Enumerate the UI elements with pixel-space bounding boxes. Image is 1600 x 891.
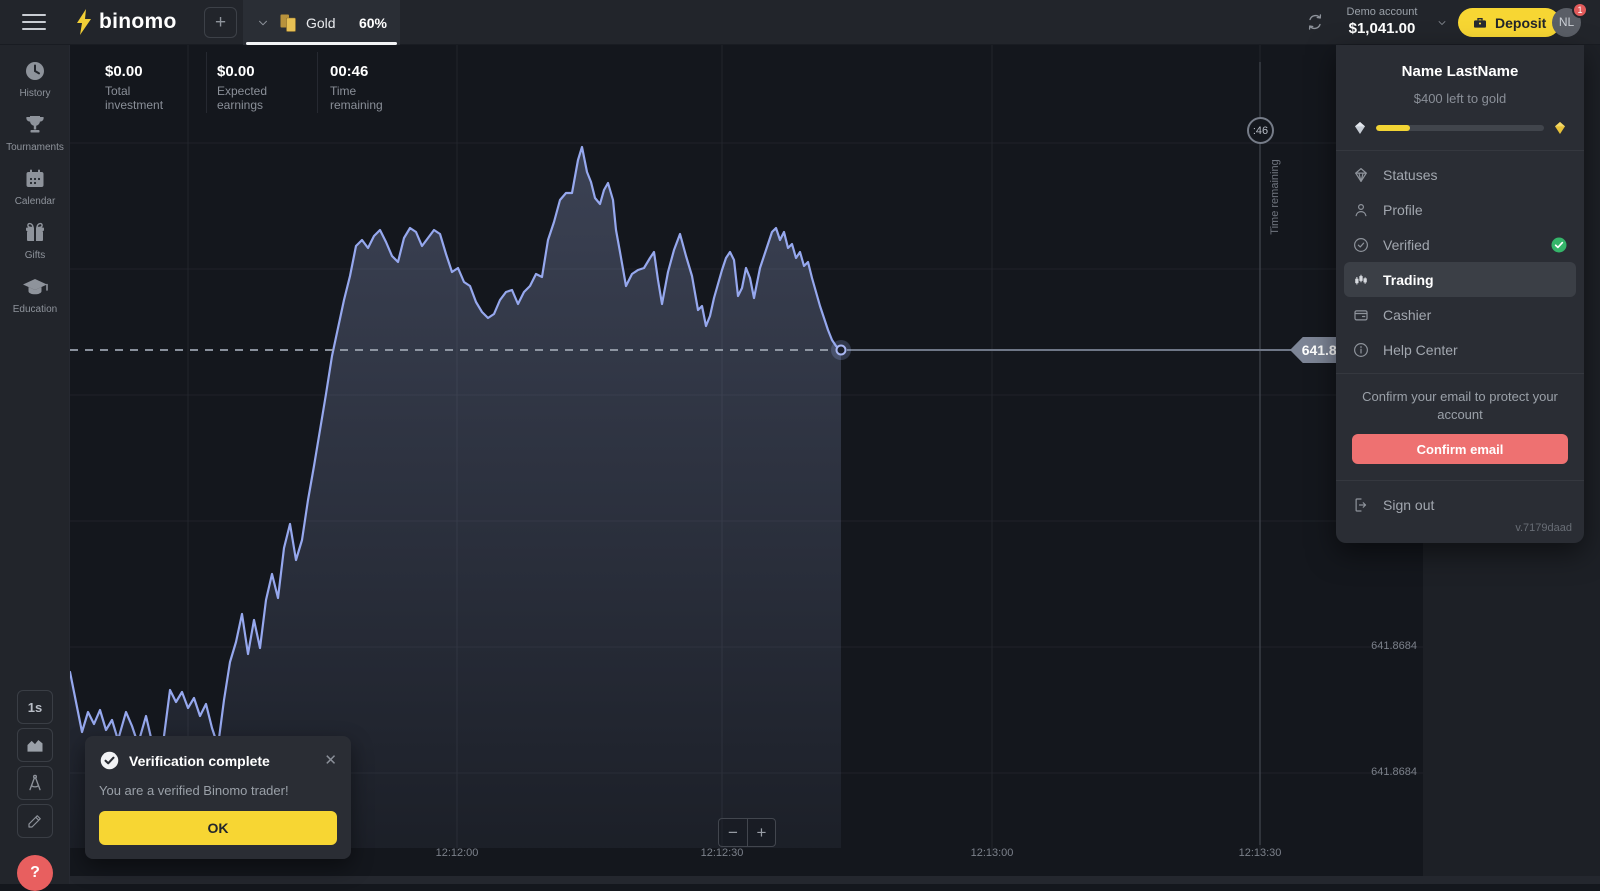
sign-out-button[interactable]: Sign out: [1336, 481, 1584, 516]
asset-tab-gold[interactable]: Gold 60%: [243, 0, 400, 45]
time-remaining-label: Time remaining: [330, 84, 383, 112]
time-axis-label: 12:12:30: [682, 847, 762, 859]
menu-item-cashier[interactable]: Cashier: [1336, 297, 1584, 332]
toast-ok-button[interactable]: OK: [99, 811, 337, 845]
price-axis-label: 641.8684: [1347, 640, 1417, 652]
menu-item-verified[interactable]: Verified: [1336, 227, 1584, 262]
sign-out-icon: [1352, 496, 1370, 514]
menu-item-statuses[interactable]: Statuses: [1336, 157, 1584, 192]
zoom-in-button[interactable]: +: [747, 818, 776, 847]
compass-icon: [25, 773, 45, 793]
expected-earnings-stat: $0.00 Expected earnings: [217, 63, 267, 112]
trophy-icon: [23, 113, 47, 137]
sidebar-item-tournaments[interactable]: Tournaments: [0, 113, 70, 153]
menu-item-profile[interactable]: Profile: [1336, 192, 1584, 227]
email-confirm-note: Confirm your email to protect your accou…: [1352, 388, 1568, 423]
briefcase-icon: [1472, 15, 1488, 31]
history-clock-icon: [23, 59, 47, 83]
sidebar-item-education[interactable]: Education: [0, 275, 70, 315]
account-chevron-down-icon[interactable]: [1436, 17, 1448, 29]
stats-divider: [206, 52, 207, 113]
time-axis-label: 12:13:00: [952, 847, 1032, 859]
confirm-email-button[interactable]: Confirm email: [1352, 434, 1568, 464]
gift-icon: [23, 221, 47, 245]
toast-title: Verification complete: [129, 753, 315, 769]
account-type: Demo account: [1332, 6, 1432, 18]
support-button[interactable]: ?: [17, 855, 53, 891]
refresh-icon[interactable]: [1305, 12, 1325, 32]
email-confirm-section: Confirm your email to protect your accou…: [1336, 374, 1584, 480]
calendar-icon: [23, 167, 47, 191]
asset-name: Gold: [306, 15, 336, 31]
app-version: v.7179daad: [1336, 516, 1584, 543]
active-tab-underline: [246, 42, 397, 45]
chart-scrollbar[interactable]: [70, 876, 1600, 884]
deposit-label: Deposit: [1495, 15, 1546, 31]
check-circle-icon: [1352, 236, 1370, 254]
toast-close-icon[interactable]: ✕: [324, 753, 337, 768]
time-axis-label: 12:12:00: [417, 847, 497, 859]
info-circle-icon: [1352, 341, 1370, 359]
menu-item-help-center[interactable]: Help Center: [1336, 332, 1584, 367]
asset-payout: 60%: [359, 15, 387, 31]
left-sidebar: History Tournaments Calendar Gifts: [0, 45, 70, 884]
zoom-out-button[interactable]: −: [718, 818, 747, 847]
sidebar-item-calendar[interactable]: Calendar: [0, 167, 70, 207]
status-progress-text: $400 left to gold: [1352, 91, 1568, 106]
total-investment-stat: $0.00 Total investment: [105, 63, 163, 112]
menu-hamburger-icon[interactable]: [22, 14, 46, 30]
gold-gem-icon: [1552, 120, 1568, 136]
time-axis-label: 12:13:30: [1220, 847, 1300, 859]
area-chart-icon: [25, 735, 45, 755]
total-investment-value: $0.00: [105, 63, 163, 80]
expected-earnings-value: $0.00: [217, 63, 267, 80]
person-icon: [1352, 201, 1370, 219]
price-axis-label: 641.8684: [1347, 766, 1417, 778]
binomo-logo: binomo: [76, 9, 177, 35]
sidebar-item-gifts[interactable]: Gifts: [0, 221, 70, 261]
expected-earnings-label: Expected earnings: [217, 84, 267, 112]
menu-item-trading[interactable]: Trading: [1344, 262, 1576, 297]
graduation-cap-icon: [22, 275, 48, 299]
time-remaining-axis-label: Time remaining: [1269, 152, 1281, 242]
user-menu-list: Statuses Profile Verified: [1336, 151, 1584, 373]
indicators-button[interactable]: [17, 766, 53, 800]
pencil-icon: [26, 812, 44, 830]
purchase-deadline-badge: :46: [1247, 117, 1274, 144]
status-progress: [1352, 120, 1568, 136]
sidebar-item-history[interactable]: History: [0, 59, 70, 99]
check-circle-white-icon: [99, 750, 120, 771]
time-remaining-value: 00:46: [330, 63, 383, 80]
bolt-icon: [76, 9, 93, 35]
add-asset-tab-button[interactable]: +: [204, 7, 237, 38]
logo-text: binomo: [99, 10, 177, 34]
time-remaining-stat: 00:46 Time remaining: [330, 63, 383, 112]
chart-zoom-controls: − +: [718, 818, 776, 847]
timeframe-button[interactable]: 1s: [17, 690, 53, 724]
silver-gem-icon: [1352, 120, 1368, 136]
status-progress-fill: [1376, 125, 1410, 131]
chart-type-button[interactable]: [17, 728, 53, 762]
verified-green-badge-icon: [1550, 236, 1568, 254]
drawing-tools-button[interactable]: [17, 804, 53, 838]
deposit-button[interactable]: Deposit: [1458, 8, 1560, 37]
chevron-down-icon[interactable]: [256, 16, 270, 30]
gem-outline-icon: [1352, 166, 1370, 184]
gold-bars-icon: [279, 13, 298, 33]
user-menu-dropdown: Name LastName $400 left to gold Statuses: [1336, 45, 1584, 543]
stats-divider: [317, 52, 318, 113]
user-name: Name LastName: [1352, 63, 1568, 80]
user-menu-header: Name LastName $400 left to gold: [1336, 45, 1584, 150]
candlestick-icon: [1352, 271, 1370, 289]
total-investment-label: Total investment: [105, 84, 163, 112]
status-progress-track: [1376, 125, 1544, 131]
account-balance: $1,041.00: [1332, 20, 1432, 37]
toast-body: You are a verified Binomo trader!: [99, 783, 337, 798]
notification-badge: 1: [1572, 2, 1588, 18]
top-bar: binomo + Gold 60% Demo account $1,041.00…: [0, 0, 1600, 45]
verification-toast: Verification complete ✕ You are a verifi…: [85, 736, 351, 859]
wallet-icon: [1352, 306, 1370, 324]
account-selector[interactable]: Demo account $1,041.00: [1332, 6, 1432, 37]
